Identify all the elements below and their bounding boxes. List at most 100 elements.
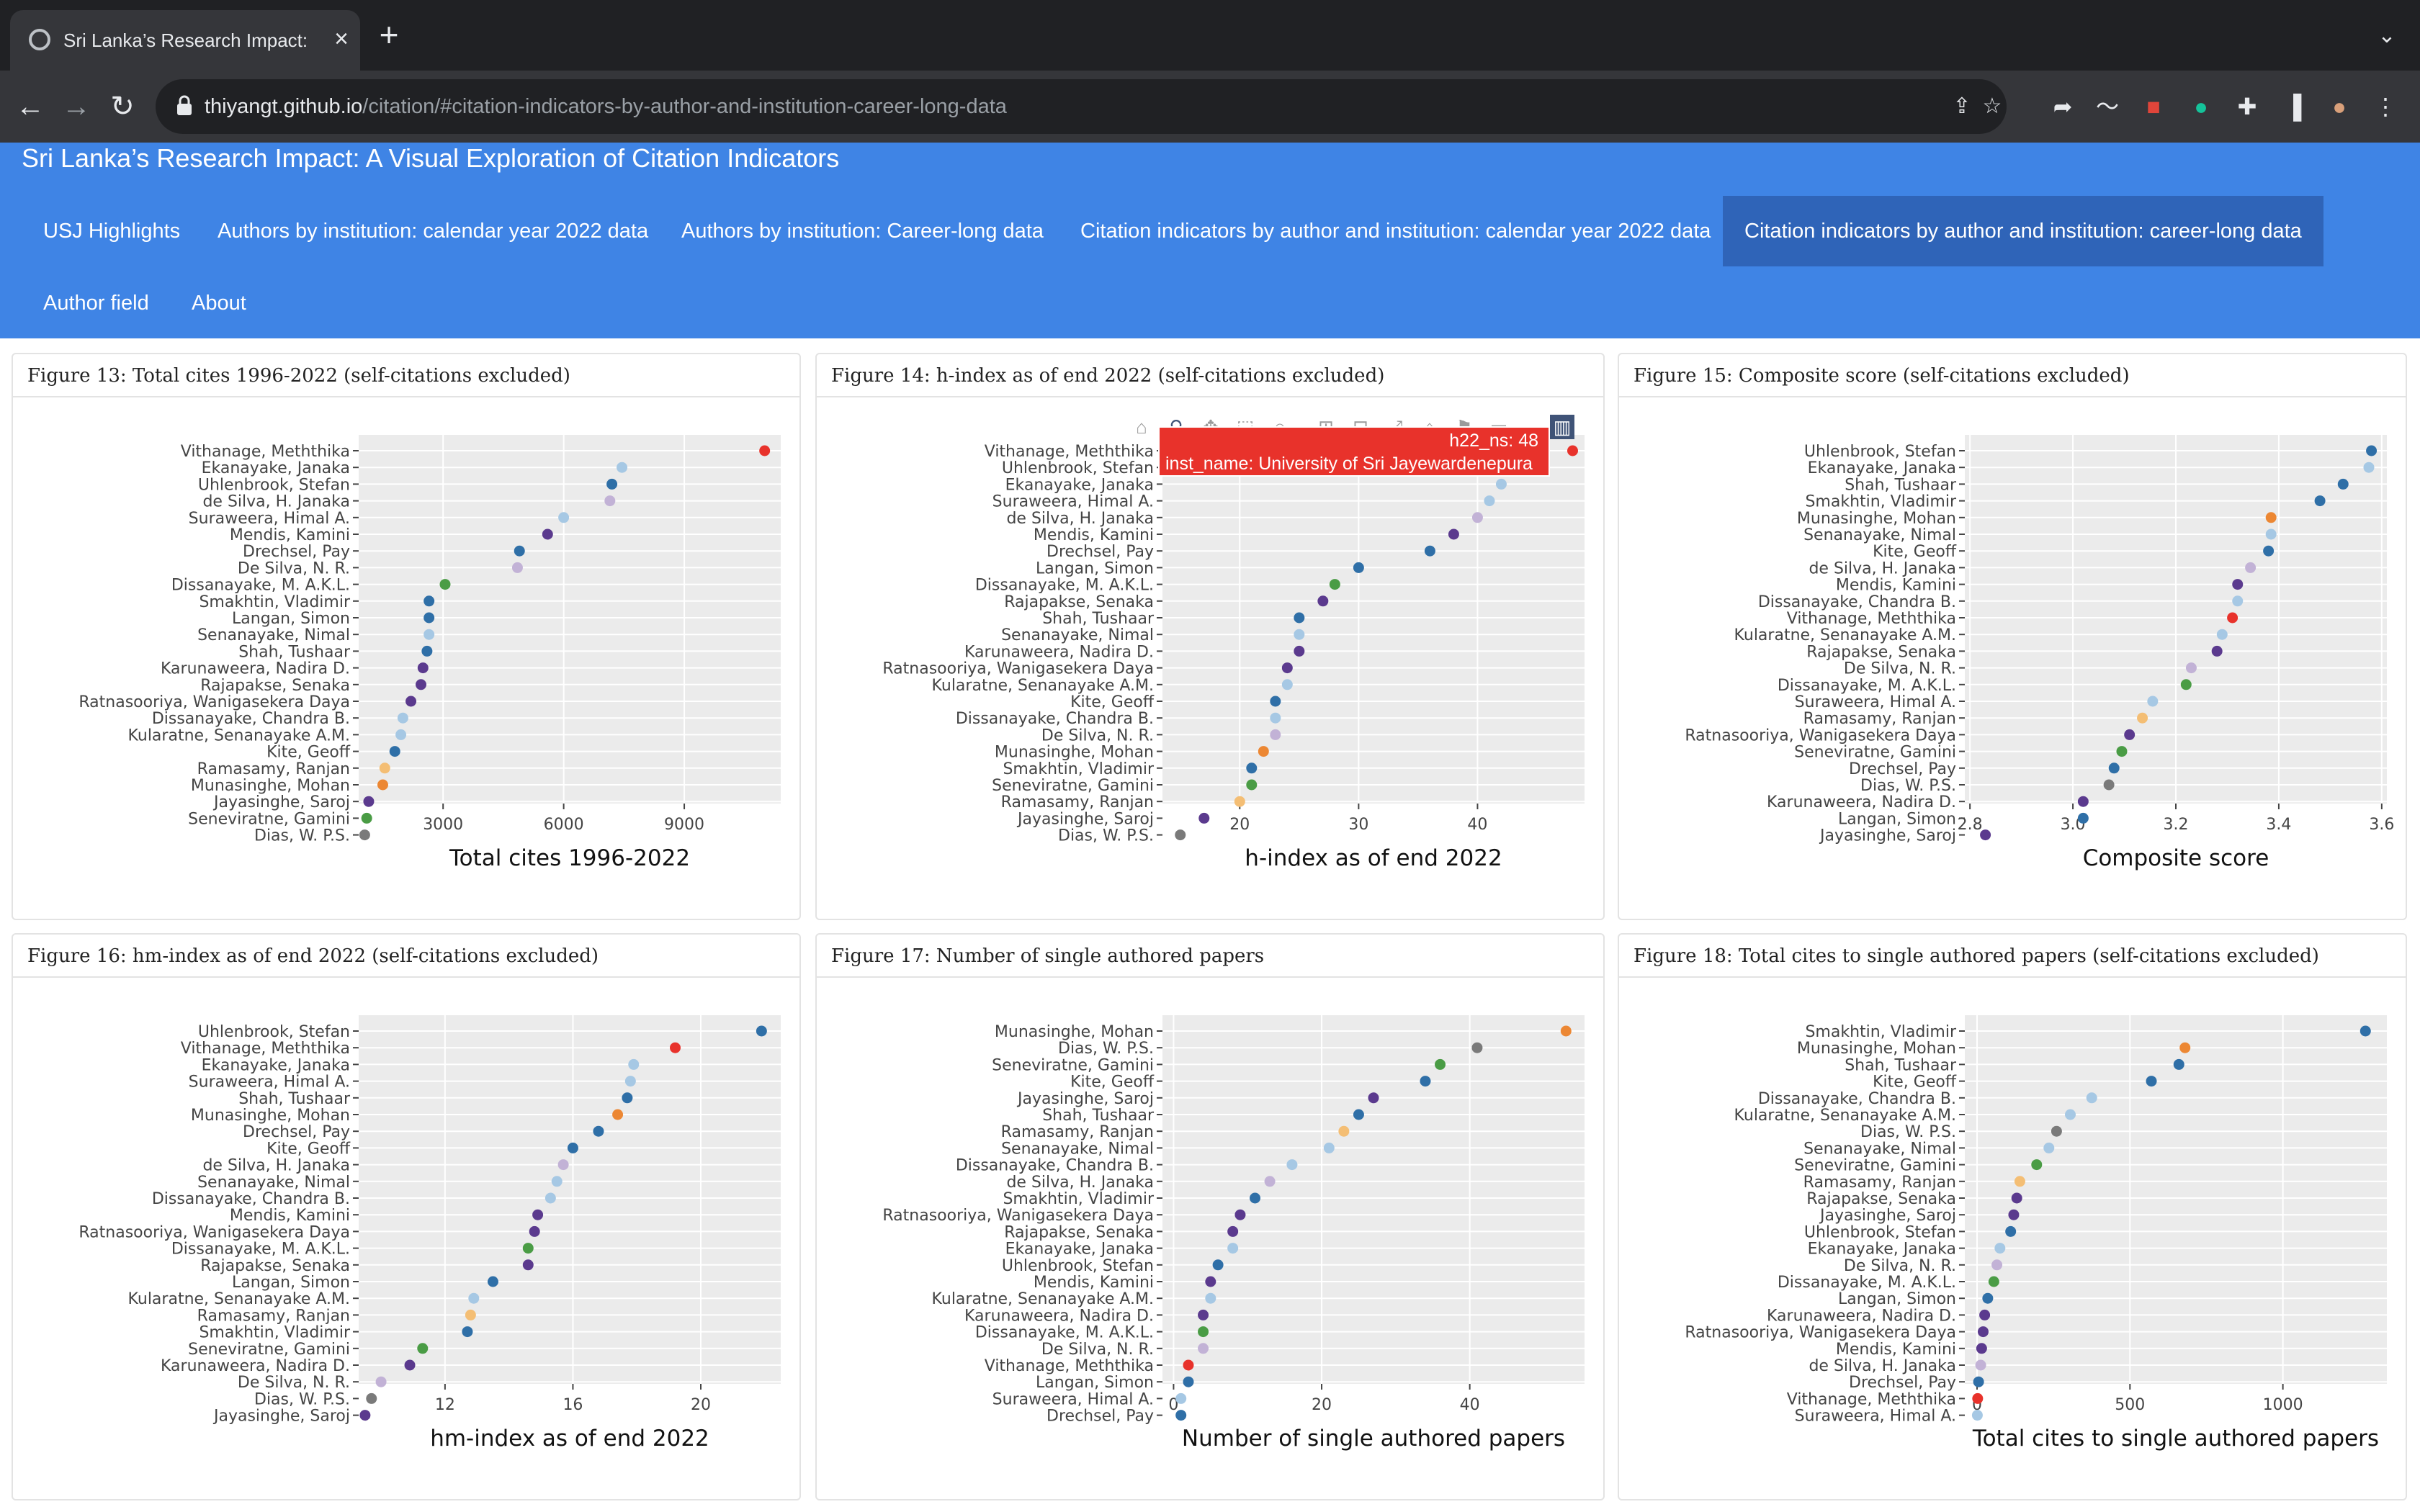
data-point[interactable] [417, 662, 429, 674]
data-point[interactable] [1988, 1276, 1999, 1287]
data-point[interactable] [2232, 579, 2244, 590]
data-point[interactable] [2179, 1042, 2191, 1053]
data-point[interactable] [759, 445, 771, 456]
data-point[interactable] [1294, 629, 1305, 640]
data-point[interactable] [2065, 1109, 2076, 1120]
data-point[interactable] [2011, 1192, 2022, 1204]
data-point[interactable] [2014, 1176, 2025, 1187]
data-point[interactable] [2314, 495, 2326, 507]
data-point[interactable] [1972, 1392, 1984, 1404]
data-point[interactable] [2216, 629, 2228, 640]
data-point[interactable] [593, 1125, 604, 1137]
data-point[interactable] [1264, 1176, 1276, 1187]
data-point[interactable] [756, 1025, 767, 1037]
data-point[interactable] [397, 712, 408, 724]
data-point[interactable] [1198, 1326, 1209, 1338]
data-point[interactable] [2077, 796, 2089, 807]
data-point[interactable] [1227, 1225, 1239, 1237]
data-point[interactable] [2051, 1125, 2062, 1137]
share-icon[interactable]: ⇪ [1948, 92, 1976, 121]
data-point[interactable] [2245, 562, 2257, 573]
data-point[interactable] [1270, 729, 1281, 740]
data-point[interactable] [1198, 812, 1210, 824]
data-point[interactable] [2180, 679, 2192, 690]
data-point[interactable] [604, 495, 616, 507]
data-point[interactable] [624, 1076, 636, 1087]
data-point[interactable] [558, 512, 570, 523]
figure-16-chart[interactable]: 12 16 20 hm-index as of end 2022 Uhlenbrook,… [13, 978, 799, 1499]
data-point[interactable] [2005, 1225, 2017, 1237]
tab-author-field[interactable]: Author field [22, 268, 171, 338]
data-point[interactable] [2232, 595, 2244, 607]
data-point[interactable] [2265, 528, 2277, 540]
data-point[interactable] [487, 1276, 498, 1287]
data-point[interactable] [363, 796, 375, 807]
data-point[interactable] [424, 629, 435, 640]
data-point[interactable] [395, 729, 407, 740]
figure-13-chart[interactable]: 3000 6000 9000 Total cites 1996-2022 Vithana… [13, 397, 799, 919]
data-point[interactable] [1294, 645, 1305, 657]
data-point[interactable] [424, 595, 435, 607]
figure-18-chart[interactable]: 0 500 1000Total cites to single authored p… [1619, 978, 2406, 1499]
data-point[interactable] [2108, 762, 2120, 774]
data-point[interactable] [511, 562, 523, 573]
data-point[interactable] [465, 1309, 476, 1320]
figure-15-chart[interactable]: 2.8 3.0 3.2 3.4 3.6Composite scoreUhlenbrook… [1619, 397, 2406, 919]
data-point[interactable] [1198, 1309, 1209, 1320]
data-point[interactable] [606, 478, 618, 490]
data-point[interactable] [557, 1159, 569, 1171]
data-point[interactable] [532, 1209, 544, 1220]
tab-about[interactable]: About [170, 268, 268, 338]
data-point[interactable] [1270, 696, 1281, 707]
forward-button[interactable]: → [56, 86, 97, 127]
data-point[interactable] [1976, 1343, 1987, 1354]
data-point[interactable] [1420, 1076, 1431, 1087]
data-point[interactable] [1246, 779, 1258, 791]
data-point[interactable] [1980, 829, 1991, 841]
side-panel-icon[interactable]: ▐ [2277, 86, 2309, 127]
data-point[interactable] [514, 545, 525, 557]
data-point[interactable] [361, 812, 372, 824]
data-point[interactable] [1435, 1058, 1446, 1070]
data-point[interactable] [405, 696, 417, 707]
data-point[interactable] [2031, 1159, 2043, 1171]
data-point[interactable] [2211, 645, 2223, 657]
tab-authors-by-institution-career[interactable]: Authors by institution: Career-long data [660, 196, 1065, 266]
data-point[interactable] [542, 528, 553, 540]
data-point[interactable] [2173, 1058, 2184, 1070]
data-point[interactable] [2360, 1025, 2371, 1037]
data-point[interactable] [439, 579, 451, 590]
data-point[interactable] [551, 1176, 563, 1187]
data-point[interactable] [1471, 512, 1483, 523]
data-point[interactable] [628, 1058, 640, 1070]
data-point[interactable] [1234, 796, 1245, 807]
data-point[interactable] [1281, 662, 1293, 674]
plotly-logo-icon[interactable]: ▥ [1550, 415, 1574, 439]
data-point[interactable] [377, 779, 388, 791]
data-point[interactable] [1234, 1209, 1246, 1220]
data-point[interactable] [522, 1243, 534, 1254]
data-point[interactable] [375, 1376, 387, 1387]
data-point[interactable] [2086, 1092, 2097, 1104]
data-point[interactable] [2366, 445, 2378, 456]
data-point[interactable] [1175, 1392, 1187, 1404]
data-point[interactable] [1973, 1376, 1984, 1387]
data-point[interactable] [567, 1142, 578, 1153]
data-point[interactable] [544, 1192, 556, 1204]
data-point[interactable] [1329, 579, 1340, 590]
profile-avatar[interactable]: ● [2323, 86, 2355, 127]
data-point[interactable] [417, 1343, 429, 1354]
data-point[interactable] [612, 1109, 624, 1120]
data-point[interactable] [1198, 1343, 1209, 1354]
data-point[interactable] [670, 1042, 681, 1053]
data-point[interactable] [389, 746, 400, 757]
data-point[interactable] [2043, 1142, 2055, 1153]
data-point[interactable] [2227, 612, 2238, 624]
data-point[interactable] [1368, 1092, 1379, 1104]
data-point[interactable] [1982, 1292, 1994, 1304]
data-point[interactable] [359, 1410, 371, 1421]
grammarly-icon[interactable]: ● [2185, 86, 2217, 127]
data-point[interactable] [1175, 1410, 1187, 1421]
extension-red-icon[interactable]: ■ [2138, 86, 2169, 127]
data-point[interactable] [1294, 612, 1305, 624]
